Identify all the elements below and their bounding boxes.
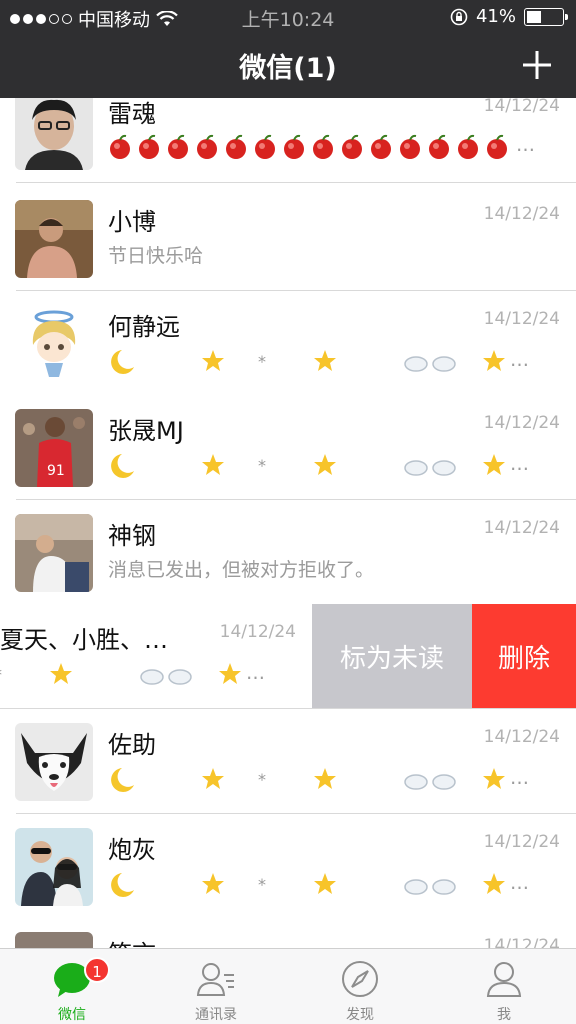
chat-row[interactable]: 91 张晟MJ 14/12/24 * …: [0, 395, 576, 500]
svg-text:*: *: [258, 875, 266, 894]
svg-text:*: *: [0, 665, 2, 684]
ellipsis: …: [510, 767, 529, 789]
chat-row[interactable]: 小博 14/12/24 节日快乐哈: [0, 186, 576, 291]
chat-row[interactable]: 笛言 14/12/24: [0, 918, 576, 948]
chat-name: 炮灰: [108, 836, 156, 864]
chat-time: 14/12/24: [219, 622, 296, 642]
night-emoji-row: *: [111, 768, 505, 792]
apple-icon: [110, 134, 508, 160]
status-right: 41%: [450, 6, 568, 27]
compass-icon: [342, 961, 378, 997]
chat-preview: * …: [108, 765, 548, 795]
night-emoji-row: *: [0, 663, 241, 685]
header: 中国移动 上午10:24 41% 微信(1): [0, 0, 576, 98]
night-emoji-row: *: [111, 873, 505, 897]
avatar: [15, 828, 93, 906]
tab-bar: 1 微信 通讯录 发现 我: [0, 948, 576, 1024]
avatar: [15, 200, 93, 278]
chat-row-swiped[interactable]: 夏天、小胜、… 14/12/24 * … 标为未读 删除: [0, 604, 576, 709]
apple-emoji-row: [108, 134, 548, 160]
night-emoji-row: *: [111, 350, 505, 374]
chat-time: 14/12/24: [483, 413, 560, 433]
chat-preview: 消息已发出，但被对方拒收了。: [108, 559, 375, 581]
avatar: [15, 305, 93, 383]
ellipsis: …: [510, 453, 529, 475]
chat-name: 雷魂: [108, 100, 156, 128]
chat-time: 14/12/24: [483, 936, 560, 948]
tab-contacts[interactable]: 通讯录: [144, 949, 288, 1024]
chat-preview: …: [108, 134, 548, 164]
add-icon[interactable]: [520, 48, 554, 82]
chat-row[interactable]: 神钢 14/12/24 消息已发出，但被对方拒收了。: [0, 500, 576, 605]
ellipsis: …: [510, 349, 529, 371]
chat-name: 张晟MJ: [108, 417, 184, 445]
battery-icon: [524, 7, 568, 26]
chat-row[interactable]: 佐助 14/12/24 * …: [0, 709, 576, 814]
tab-label: 发现: [346, 1007, 374, 1023]
avatar: [15, 514, 93, 592]
svg-text:*: *: [258, 456, 266, 475]
tab-label: 我: [497, 1007, 511, 1023]
night-emoji-row: *: [111, 454, 505, 478]
chat-name: 神钢: [108, 522, 156, 550]
svg-text:*: *: [258, 770, 266, 789]
avatar: 91: [15, 409, 93, 487]
ellipsis: …: [246, 662, 265, 684]
avatar: [15, 98, 93, 170]
chat-preview: * …: [108, 870, 548, 900]
status-bar: 中国移动 上午10:24 41%: [0, 0, 576, 32]
chat-name: 夏天、小胜、…: [0, 626, 168, 654]
battery-percent: 41%: [475, 6, 516, 27]
svg-text:91: 91: [47, 463, 65, 479]
tab-discover[interactable]: 发现: [288, 949, 432, 1024]
chat-list[interactable]: 雷魂 14/12/24 … 小博 14/12/24 节日快乐哈 何静远 14/1…: [0, 98, 576, 948]
chat-name: 何静远: [108, 313, 180, 341]
tab-me[interactable]: 我: [432, 949, 576, 1024]
chat-time: 14/12/24: [483, 309, 560, 329]
mark-unread-button[interactable]: 标为未读: [312, 604, 472, 709]
chat-time: 14/12/24: [483, 98, 560, 116]
swiped-row-content[interactable]: 夏天、小胜、… 14/12/24 * …: [0, 604, 312, 709]
unread-badge: 1: [84, 957, 110, 983]
contacts-icon: [196, 963, 234, 996]
chat-preview: * …: [108, 451, 548, 481]
page-title: 微信(1): [239, 53, 337, 84]
chat-preview: 节日快乐哈: [108, 245, 204, 267]
avatar: [15, 723, 93, 801]
chat-time: 14/12/24: [483, 204, 560, 224]
chat-name: 小博: [108, 208, 156, 236]
tab-chats[interactable]: 1 微信: [0, 949, 144, 1024]
chat-time: 14/12/24: [483, 832, 560, 852]
chat-preview: * …: [0, 660, 284, 690]
chat-row[interactable]: 何静远 14/12/24 * …: [0, 291, 576, 396]
chat-preview: * …: [108, 347, 548, 377]
chat-row[interactable]: 雷魂 14/12/24 …: [0, 98, 576, 183]
tab-label: 通讯录: [195, 1007, 237, 1023]
person-icon: [486, 962, 522, 997]
ellipsis: …: [510, 872, 529, 894]
chat-name: 笛言: [108, 934, 156, 948]
delete-button[interactable]: 删除: [472, 604, 576, 709]
ellipsis: …: [516, 134, 535, 156]
svg-text:*: *: [258, 352, 266, 371]
avatar: [15, 932, 93, 948]
tab-label: 微信: [58, 1007, 86, 1023]
rotation-lock-icon: [450, 8, 468, 25]
chat-row[interactable]: 炮灰 14/12/24 * …: [0, 814, 576, 919]
chat-name: 佐助: [108, 731, 156, 759]
chat-time: 14/12/24: [483, 518, 560, 538]
chat-time: 14/12/24: [483, 727, 560, 747]
